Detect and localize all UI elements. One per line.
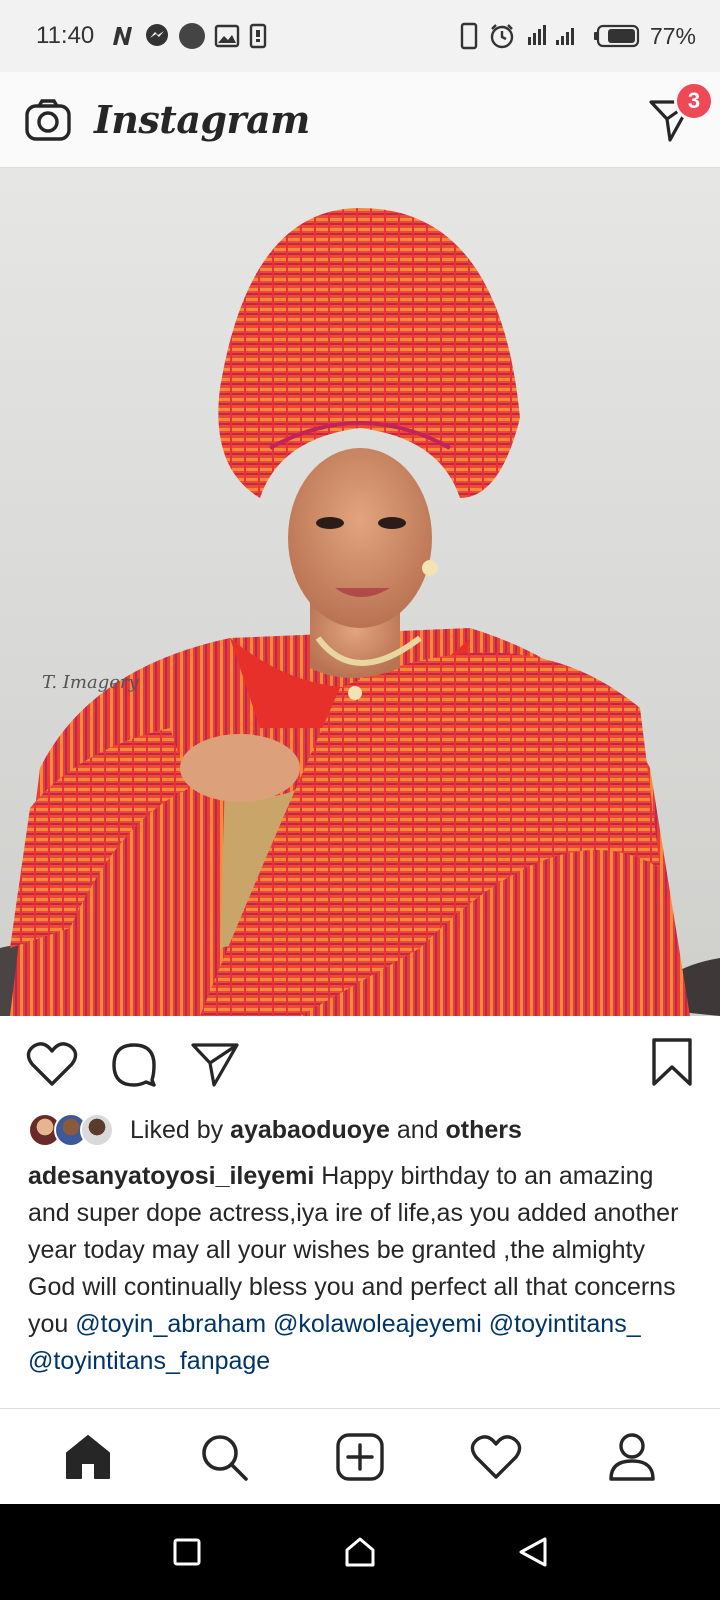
new-post-icon[interactable] — [330, 1427, 390, 1487]
likes-row[interactable]: Liked by ayabaoduoye and others — [28, 1110, 522, 1150]
app-header: Instagram 3 — [0, 72, 720, 168]
sim-icon — [248, 23, 268, 49]
messenger-icon — [144, 23, 170, 49]
bottom-nav — [0, 1408, 720, 1504]
caption-mention[interactable]: @toyintitans_ — [489, 1310, 641, 1338]
heart-icon[interactable] — [26, 1041, 78, 1087]
circle-icon — [178, 22, 206, 50]
send-icon[interactable] — [190, 1041, 240, 1087]
bookmark-icon[interactable] — [650, 1037, 694, 1087]
recents-icon[interactable] — [157, 1522, 217, 1582]
post-photo-illustration: T. Imagery — [0, 208, 720, 1016]
photo-watermark: T. Imagery — [42, 672, 139, 693]
status-time: 11:40 — [36, 22, 95, 49]
likes-others[interactable]: others — [445, 1116, 521, 1144]
caption-mention[interactable]: @toyin_abraham — [75, 1310, 266, 1338]
battery-icon — [593, 24, 640, 48]
system-nav-bar — [0, 1504, 720, 1600]
netflix-icon — [110, 25, 136, 47]
post-photo[interactable]: T. Imagery — [0, 168, 720, 1016]
comment-icon[interactable] — [110, 1040, 158, 1088]
post-action-bar — [0, 1016, 720, 1112]
camera-icon[interactable] — [24, 98, 72, 142]
activity-icon[interactable] — [466, 1427, 526, 1487]
phone-icon — [460, 22, 478, 50]
post-action-right — [650, 1037, 694, 1092]
liker-avatars — [28, 1113, 114, 1147]
post-caption: adesanyatoyosi_ileyemi Happy birthday to… — [28, 1158, 698, 1408]
caption-username[interactable]: adesanyatoyosi_ileyemi — [28, 1162, 314, 1190]
likes-text: Liked by ayabaoduoye and others — [130, 1116, 522, 1145]
caption-mention[interactable]: @kolawoleajeyemi — [273, 1310, 482, 1338]
signal-icon — [526, 23, 584, 49]
back-icon[interactable] — [503, 1522, 563, 1582]
status-left: 11:40 — [36, 22, 268, 50]
likes-prefix: Liked by — [130, 1115, 224, 1144]
caption-mention[interactable]: @toyintitans_fanpage — [28, 1347, 270, 1375]
post-action-left — [26, 1040, 240, 1088]
home-button-icon[interactable] — [330, 1522, 390, 1582]
status-bar: 11:40 77% — [0, 0, 720, 72]
app-logo: Instagram — [94, 97, 310, 142]
gallery-icon — [214, 24, 240, 48]
profile-icon[interactable] — [602, 1427, 662, 1487]
status-right: 77% — [460, 22, 696, 50]
home-icon[interactable] — [58, 1427, 118, 1487]
avatar — [80, 1113, 114, 1147]
battery-percent: 77% — [649, 22, 696, 49]
search-icon[interactable] — [194, 1427, 254, 1487]
likes-middle: and — [396, 1115, 439, 1144]
direct-message-button[interactable]: 3 — [646, 80, 714, 145]
direct-message-badge: 3 — [674, 80, 714, 121]
likes-user[interactable]: ayabaoduoye — [230, 1116, 390, 1144]
alarm-icon — [488, 22, 516, 50]
